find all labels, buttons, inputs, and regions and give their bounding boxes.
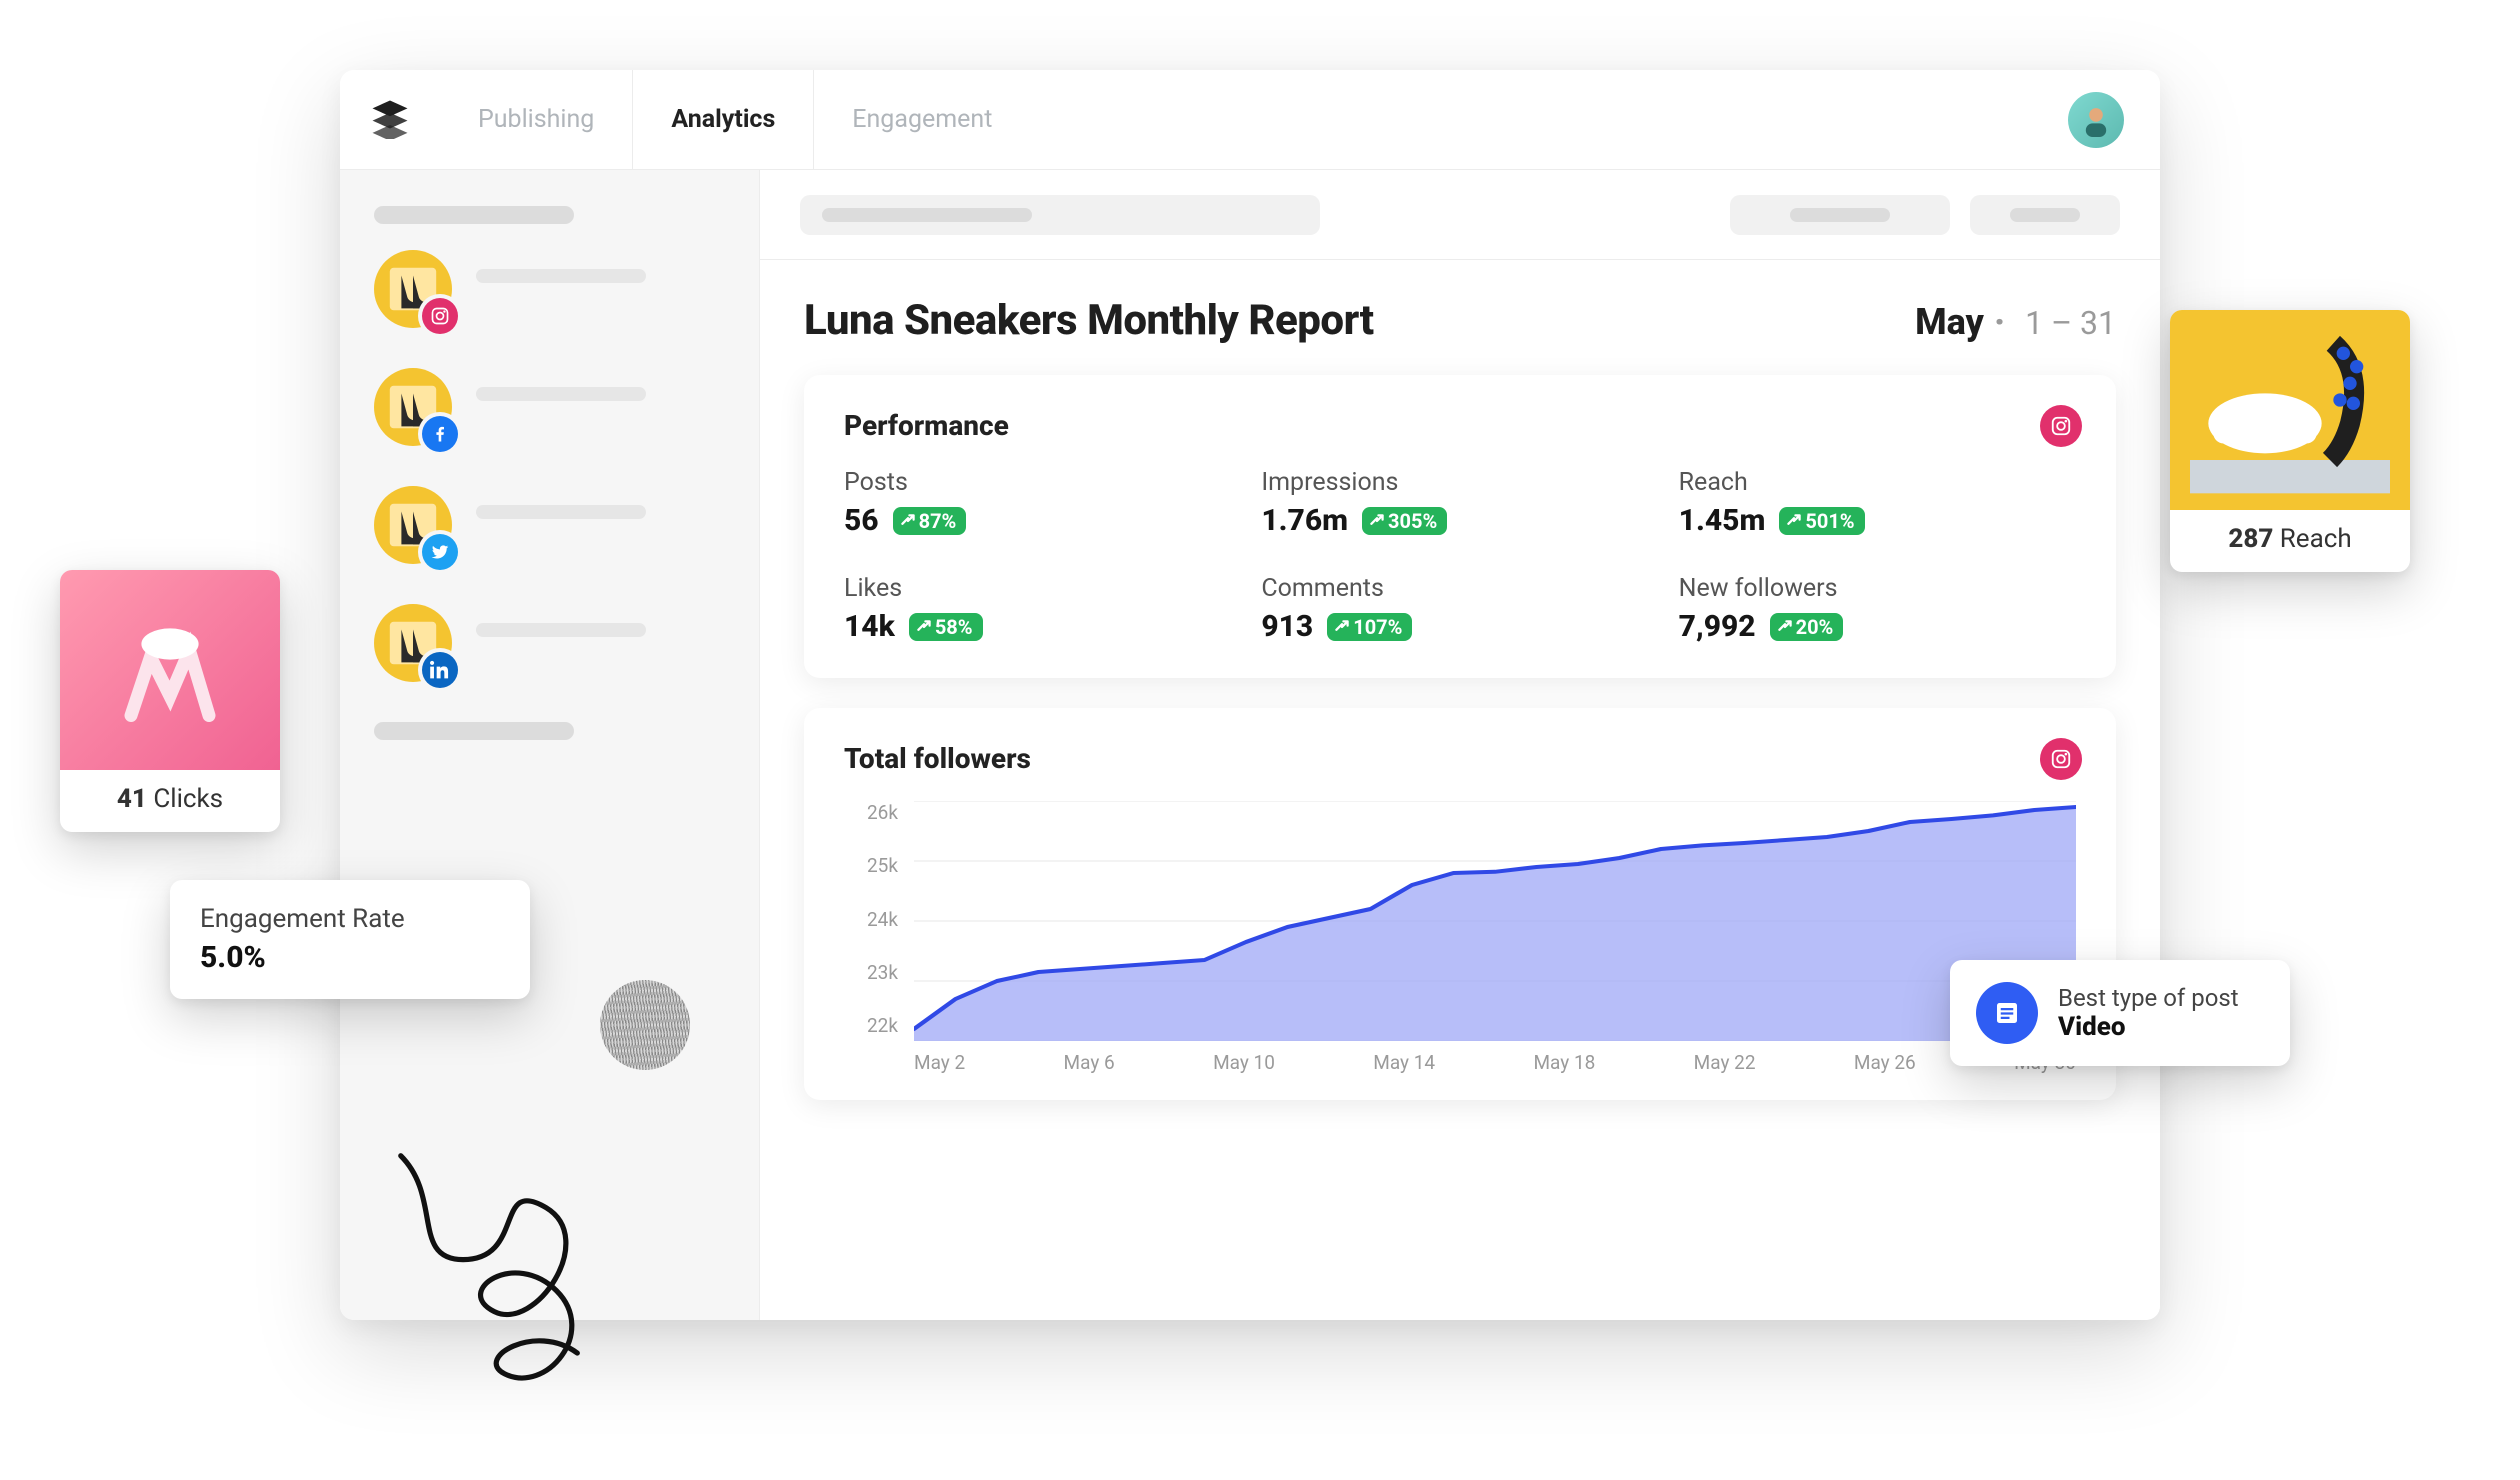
x-tick: May 14 [1373, 1051, 1435, 1074]
reach-value: 287 [2228, 524, 2273, 554]
x-tick: May 10 [1213, 1051, 1275, 1074]
account-avatar [374, 368, 452, 446]
callout-image [2170, 310, 2410, 510]
decorative-squiggle [380, 1130, 650, 1410]
clicks-value: 41 [117, 784, 147, 814]
reach-label: Reach [2280, 524, 2352, 554]
callout-best-type: Best type of post Video [1950, 960, 2290, 1066]
instagram-icon [2040, 738, 2082, 780]
y-tick: 23k [844, 961, 898, 984]
performance-card: Performance Posts 56 87% Impressions 1.76m 30… [804, 375, 2116, 678]
metric-label: Likes [844, 574, 1241, 603]
metric-delta: 87% [893, 507, 967, 535]
tab-publishing[interactable]: Publishing [440, 70, 632, 169]
metric-label: Reach [1679, 468, 2076, 497]
engagement-label: Engagement Rate [200, 904, 500, 934]
sidebar-account-instagram[interactable] [374, 250, 725, 328]
x-tick: May 6 [1064, 1051, 1115, 1074]
metric-delta: 107% [1327, 613, 1412, 641]
metric-label: New followers [1679, 574, 2076, 603]
metric-value: 56 [844, 503, 879, 538]
page-title: Luna Sneakers Monthly Report [804, 296, 1374, 345]
x-tick: May 26 [1854, 1051, 1916, 1074]
metric-value: 14k [844, 609, 895, 644]
filter-chip[interactable] [1730, 195, 1950, 235]
metric-reach: Reach 1.45m 501% [1679, 468, 2076, 538]
metric-value: 7,992 [1679, 609, 1756, 644]
y-tick: 25k [844, 854, 898, 877]
main: Luna Sneakers Monthly Report May·1 – 31 … [760, 170, 2160, 1320]
clicks-label: Clicks [153, 784, 223, 814]
linkedin-icon [422, 652, 458, 688]
metric-delta: 305% [1362, 507, 1447, 535]
sidebar-account-facebook[interactable] [374, 368, 725, 446]
account-label-placeholder [476, 505, 646, 519]
metric-delta: 58% [909, 613, 983, 641]
month-label: May [1915, 301, 1984, 343]
metric-label: Comments [1261, 574, 1658, 603]
metric-comments: Comments 913 107% [1261, 574, 1658, 644]
metric-delta: 501% [1779, 507, 1864, 535]
followers-card: Total followers 26k 25k 24k 23k 22k May 2 May… [804, 708, 2116, 1100]
metric-label: Impressions [1261, 468, 1658, 497]
buffer-logo-icon [369, 97, 411, 143]
callout-reach: 287 Reach [2170, 310, 2410, 572]
filter-chip[interactable] [800, 195, 1320, 235]
sidebar-placeholder [374, 206, 574, 224]
callout-engagement: Engagement Rate 5.0% [170, 880, 530, 999]
engagement-value: 5.0% [200, 940, 500, 975]
tab-analytics[interactable]: Analytics [632, 70, 814, 169]
sidebar-account-linkedin[interactable] [374, 604, 725, 682]
instagram-icon [2040, 405, 2082, 447]
x-tick: May 18 [1533, 1051, 1595, 1074]
card-title: Performance [844, 409, 2076, 442]
y-tick: 26k [844, 801, 898, 824]
twitter-icon [422, 534, 458, 570]
account-label-placeholder [476, 623, 646, 637]
metric-label: Posts [844, 468, 1241, 497]
tab-engagement[interactable]: Engagement [814, 70, 1030, 169]
metric-impressions: Impressions 1.76m 305% [1261, 468, 1658, 538]
date-range[interactable]: May·1 – 31 [1915, 301, 2116, 343]
metric-likes: Likes 14k 58% [844, 574, 1241, 644]
filter-bar [760, 170, 2160, 260]
instagram-icon [422, 298, 458, 334]
decorative-sphere [600, 980, 690, 1070]
metric-newfollowers: New followers 7,992 20% [1679, 574, 2076, 644]
best-type-value: Video [2058, 1012, 2239, 1042]
main-tabs: Publishing Analytics Engagement [440, 70, 1030, 169]
account-avatar [374, 250, 452, 328]
sidebar-placeholder [374, 722, 574, 740]
x-tick: May 2 [914, 1051, 965, 1074]
page-header: Luna Sneakers Monthly Report May·1 – 31 [804, 296, 2116, 345]
metric-value: 1.45m [1679, 503, 1766, 538]
filter-chip[interactable] [1970, 195, 2120, 235]
app-logo[interactable] [340, 97, 440, 143]
metric-delta: 20% [1770, 613, 1844, 641]
account-avatar [374, 604, 452, 682]
day-range: 1 – 31 [2025, 304, 2116, 342]
best-type-label: Best type of post [2058, 984, 2239, 1012]
callout-clicks: 41 Clicks [60, 570, 280, 832]
metric-value: 1.76m [1261, 503, 1348, 538]
metric-posts: Posts 56 87% [844, 468, 1241, 538]
sidebar-account-twitter[interactable] [374, 486, 725, 564]
x-tick: May 22 [1694, 1051, 1756, 1074]
account-label-placeholder [476, 269, 646, 283]
topbar: Publishing Analytics Engagement [340, 70, 2160, 170]
facebook-icon [422, 416, 458, 452]
followers-chart: 26k 25k 24k 23k 22k [844, 801, 2076, 1041]
y-tick: 22k [844, 1014, 898, 1037]
post-type-icon [1976, 982, 2038, 1044]
account-label-placeholder [476, 387, 646, 401]
card-title: Total followers [844, 742, 2076, 775]
y-tick: 24k [844, 908, 898, 931]
user-avatar[interactable] [2068, 92, 2124, 148]
metric-value: 913 [1261, 609, 1313, 644]
account-avatar [374, 486, 452, 564]
callout-image [60, 570, 280, 770]
